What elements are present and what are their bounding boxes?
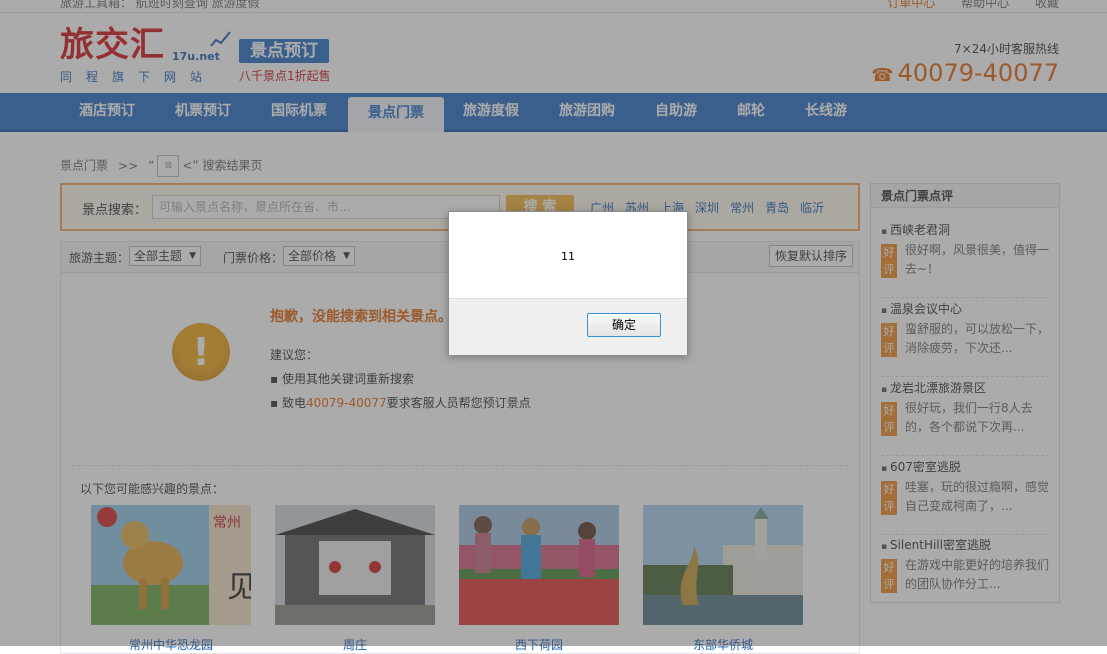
ok-button[interactable]: 确定 <box>587 313 661 337</box>
alert-message: 11 <box>561 250 575 263</box>
alert-footer: 确定 <box>449 298 687 355</box>
alert-dialog: 11 确定 <box>448 211 688 355</box>
